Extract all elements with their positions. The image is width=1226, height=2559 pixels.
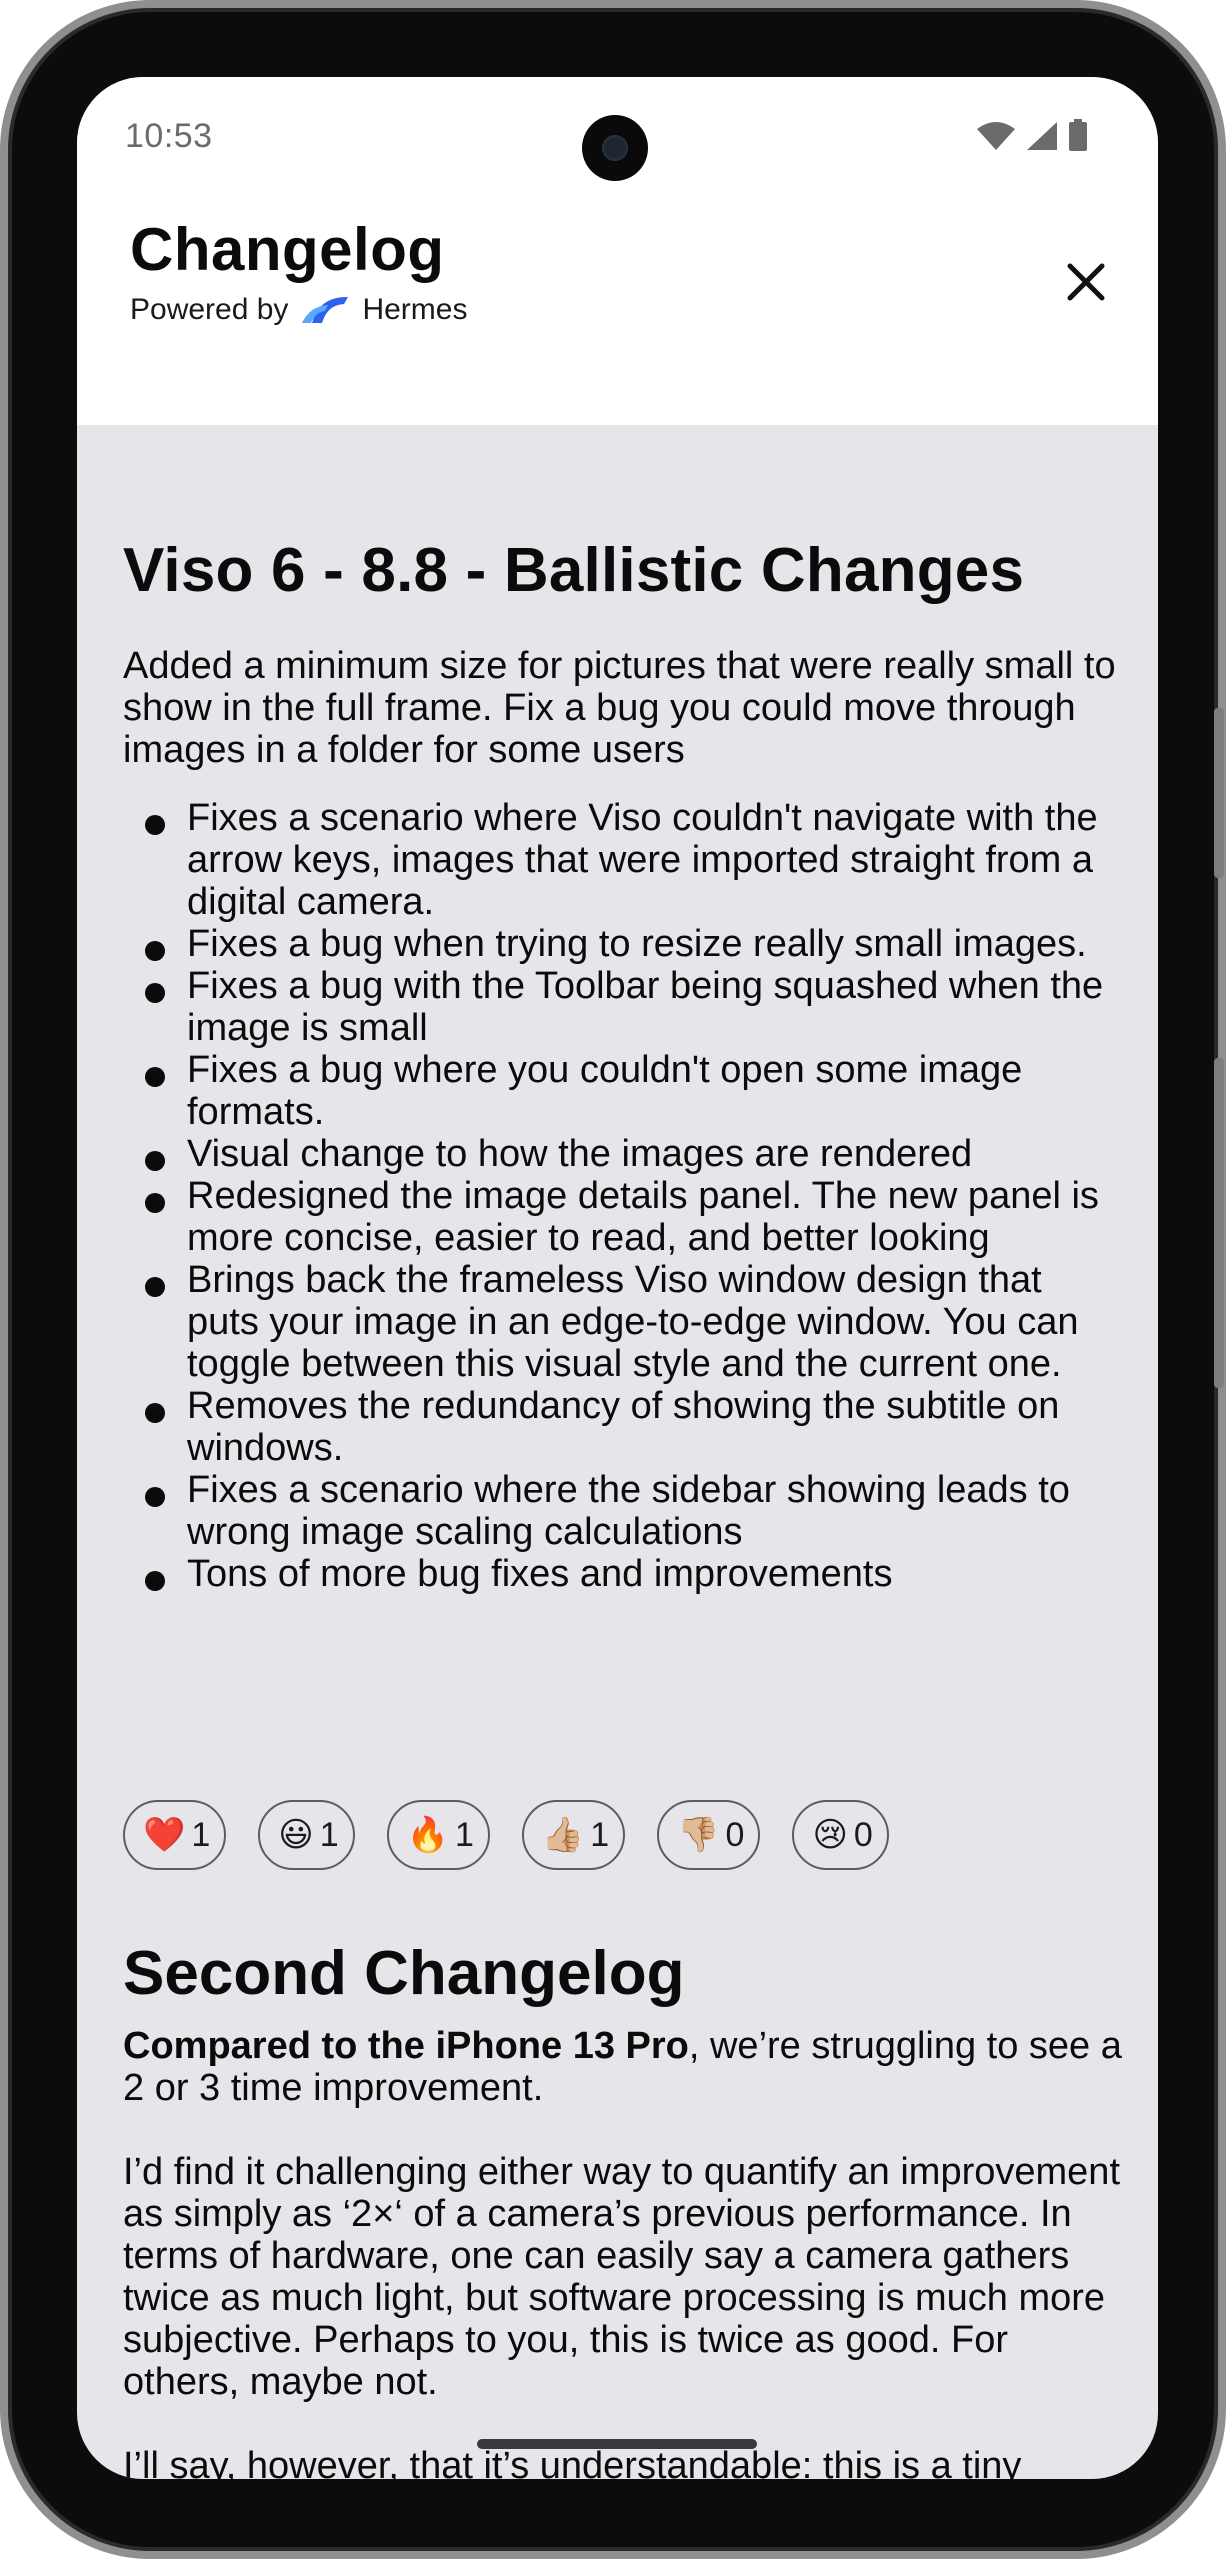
reaction-thumbs-down-button[interactable]: 👎🏼 0 bbox=[657, 1800, 761, 1870]
heart-icon: ❤️ bbox=[143, 1815, 186, 1855]
list-item: Fixes a bug with the Toolbar being squas… bbox=[123, 965, 1123, 1049]
reaction-count: 1 bbox=[454, 1815, 474, 1854]
list-item: Fixes a bug when trying to resize really… bbox=[123, 923, 1123, 965]
entry-title: Viso 6 - 8.8 - Ballistic Changes bbox=[123, 536, 1025, 605]
reaction-heart-button[interactable]: ❤️ 1 bbox=[123, 1800, 227, 1870]
smile-icon: 😃 bbox=[278, 1815, 314, 1855]
status-time: 10:53 bbox=[125, 117, 213, 155]
signal-icon bbox=[1027, 122, 1057, 150]
entry-bullet-list: Fixes a scenario where Viso couldn't nav… bbox=[123, 797, 1123, 1595]
reaction-count: 0 bbox=[853, 1815, 873, 1854]
reaction-count: 0 bbox=[725, 1815, 745, 1854]
sad-icon: 😢 bbox=[812, 1815, 848, 1855]
volume-button bbox=[1214, 1058, 1224, 1388]
reactions-bar: ❤️ 1 😃 1 🔥 1 👍🏼 1 👎🏼 0 😢 0 bbox=[123, 1800, 921, 1870]
list-item: Fixes a scenario where Viso couldn't nav… bbox=[123, 797, 1123, 923]
thumbs-down-icon: 👎🏼 bbox=[677, 1815, 720, 1855]
screen: 10:53 Changelog Powered by Hermes Viso 6… bbox=[77, 77, 1158, 2479]
close-icon[interactable] bbox=[1064, 260, 1108, 304]
front-camera bbox=[582, 115, 648, 181]
powered-by: Powered by Hermes bbox=[130, 293, 467, 327]
power-button bbox=[1214, 708, 1224, 878]
reaction-count: 1 bbox=[191, 1815, 211, 1854]
list-item: Tons of more bug fixes and improvements bbox=[123, 1553, 1123, 1595]
reaction-thumbs-up-button[interactable]: 👍🏼 1 bbox=[521, 1800, 626, 1870]
list-item: Brings back the frameless Viso window de… bbox=[123, 1259, 1123, 1385]
wifi-icon bbox=[977, 122, 1015, 150]
status-icons bbox=[976, 119, 1088, 151]
entry-paragraph-strong: Compared to the iPhone 13 Pro bbox=[123, 2025, 689, 2067]
list-item: Fixes a bug where you couldn't open some… bbox=[123, 1049, 1123, 1133]
battery-icon bbox=[1069, 119, 1087, 151]
home-indicator[interactable] bbox=[477, 2439, 757, 2449]
list-item: Visual change to how the images are rend… bbox=[123, 1133, 1123, 1175]
list-item: Fixes a scenario where the sidebar showi… bbox=[123, 1469, 1123, 1553]
hermes-logo-icon bbox=[302, 297, 349, 323]
list-item: Redesigned the image details panel. The … bbox=[123, 1175, 1123, 1259]
phone-frame: 10:53 Changelog Powered by Hermes Viso 6… bbox=[0, 0, 1226, 2559]
powered-by-label: Powered by bbox=[130, 293, 289, 326]
page-title: Changelog bbox=[130, 216, 445, 283]
reaction-count: 1 bbox=[590, 1815, 610, 1854]
fire-icon: 🔥 bbox=[406, 1815, 449, 1855]
entry-paragraph: I’d find it challenging either way to qu… bbox=[123, 2151, 1120, 2403]
reaction-sad-button[interactable]: 😢 0 bbox=[792, 1800, 889, 1870]
thumbs-up-icon: 👍🏼 bbox=[541, 1815, 585, 1855]
entry-paragraph: Compared to the iPhone 13 Pro, we’re str… bbox=[123, 2025, 1123, 2109]
entry-intro: Added a minimum size for pictures that w… bbox=[123, 645, 1116, 771]
reaction-fire-button[interactable]: 🔥 1 bbox=[386, 1800, 490, 1870]
list-item: Removes the redundancy of showing the su… bbox=[123, 1385, 1123, 1469]
status-bar: 10:53 bbox=[77, 77, 1158, 202]
reaction-count: 1 bbox=[319, 1815, 339, 1854]
entry-title: Second Changelog bbox=[123, 1939, 685, 2008]
entry-paragraph: I’ll say, however, that it’s understanda… bbox=[123, 2445, 1022, 2479]
reaction-smile-button[interactable]: 😃 1 bbox=[258, 1800, 355, 1870]
brand-name: Hermes bbox=[362, 293, 468, 326]
